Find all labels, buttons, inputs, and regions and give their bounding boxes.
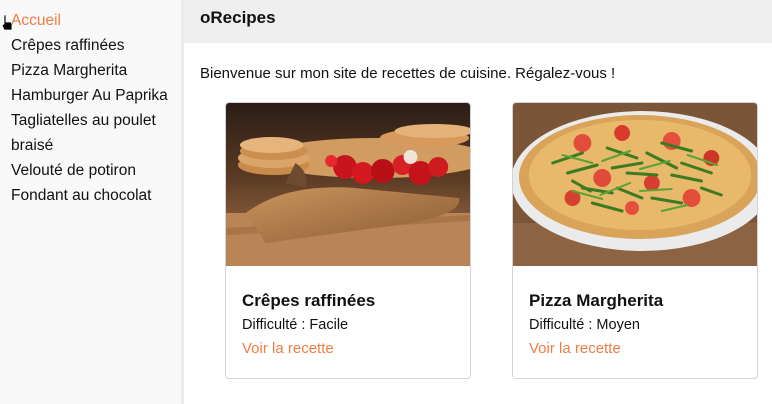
sidebar-nav: Accueil Crêpes raffinées Pizza Margherit… [0, 0, 181, 208]
view-recipe-link[interactable]: Voir la recette [529, 340, 621, 357]
app-header: oRecipes [184, 0, 772, 43]
recipe-card-pizza: Pizza Margherita Difficulté : Moyen Voir… [512, 102, 758, 379]
hand-cursor-icon [1, 14, 13, 31]
sidebar-item-crepes[interactable]: Crêpes raffinées [0, 33, 181, 58]
sidebar-item-tagliatelles[interactable]: Tagliatelles au poulet braisé [0, 108, 181, 158]
pizza-photo [513, 103, 757, 266]
sidebar-item-fondant[interactable]: Fondant au chocolat [0, 183, 181, 208]
sidebar: Accueil Crêpes raffinées Pizza Margherit… [0, 0, 181, 404]
sidebar-item-accueil[interactable]: Accueil [0, 8, 181, 33]
recipe-card-crepes: Crêpes raffinées Difficulté : Facile Voi… [225, 102, 471, 379]
recipe-title: Crêpes raffinées [242, 291, 376, 310]
app-title: oRecipes [200, 8, 276, 27]
sidebar-item-pizza[interactable]: Pizza Margherita [0, 58, 181, 83]
intro-text: Bienvenue sur mon site de recettes de cu… [200, 65, 616, 82]
crepes-photo [226, 103, 470, 266]
sidebar-divider [181, 0, 184, 404]
card-body: Crêpes raffinées Difficulté : Facile Voi… [226, 266, 470, 358]
sidebar-item-veloute[interactable]: Velouté de potiron [0, 158, 181, 183]
view-recipe-link[interactable]: Voir la recette [242, 340, 334, 357]
recipe-difficulty: Difficulté : Facile [242, 317, 349, 333]
card-body: Pizza Margherita Difficulté : Moyen Voir… [513, 266, 757, 358]
recipe-difficulty: Difficulté : Moyen [529, 317, 640, 333]
sidebar-item-hamburger[interactable]: Hamburger Au Paprika [0, 83, 181, 108]
recipe-title: Pizza Margherita [529, 291, 664, 310]
